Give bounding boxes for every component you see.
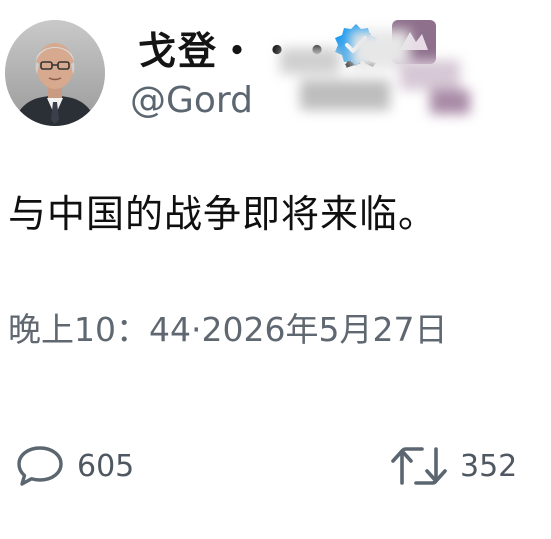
retweet-count: 352 (460, 448, 518, 484)
reply-button[interactable]: 605 (15, 440, 134, 492)
reply-count: 605 (77, 448, 135, 484)
avatar[interactable] (5, 20, 105, 126)
retweet-button[interactable]: 352 (390, 440, 517, 492)
tweet-text: 与中国的战争即将来临。 (8, 192, 438, 236)
reply-icon (17, 446, 63, 486)
tweet-timestamp[interactable]: 晚上10：44·2026年5月27日 (8, 303, 447, 351)
tweet-card: 戈登・・・长 @Gord 与中国的战争即将来临。 晚上10：44·2026年5月… (0, 0, 551, 539)
handle[interactable]: @Gord (130, 80, 253, 121)
avatar-image (5, 20, 105, 126)
verified-badge-icon (335, 24, 377, 66)
retweet-icon (391, 447, 447, 485)
affiliate-badge-icon (392, 20, 436, 64)
